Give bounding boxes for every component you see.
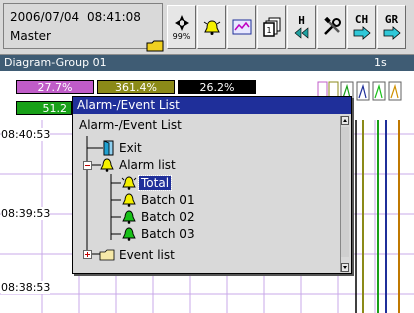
tree-item-exit[interactable]: Exit [99,139,144,156]
tree-item-batch-01[interactable]: Batch 01 [121,191,197,208]
tree-item-batch-02-label: Batch 02 [141,209,195,224]
group-bar: Diagram-Group 01 1s [0,55,414,71]
time-label-3: 08:38:53 [1,281,51,294]
channel-value-2: 361.4% [97,80,175,94]
alarm-event-dialog: Alarm-/Event List Alarm-/Event List Exit… [72,96,352,274]
tree-item-event-list[interactable]: Event list [99,246,177,263]
group-title: Diagram-Group 01 [4,56,107,69]
channel-label: CH [354,13,369,26]
tree-item-exit-label: Exit [119,140,142,155]
status-date: 2006/07/04 [10,10,80,24]
tree-item-batch-03-label: Batch 03 [141,226,195,241]
status-user: Master [10,29,51,43]
history-button[interactable]: H [287,5,316,49]
alarm-list-collapse[interactable] [83,161,92,170]
group-next-icon [383,26,401,40]
alarm-bell-icon [121,176,137,190]
svg-text:1: 1 [266,26,271,35]
display-select-icon: 1 [262,17,280,37]
tree-item-total-label: Total [137,174,173,191]
alarm-button[interactable] [197,5,226,49]
display-select-button[interactable]: 1 [257,5,286,49]
channel-next-button[interactable]: CH [347,5,376,49]
channel-value-3: 26.2% [178,80,256,94]
recorder-screen: 2006/07/04 08:41:08 Master 99% 1 H CH GR… [0,0,414,313]
group-next-button[interactable]: GR [377,5,406,49]
alarm-event-tree: Alarm-/Event List Exit Alarm list Total … [75,116,339,272]
dialog-title: Alarm-/Event List [73,97,351,114]
tools-icon [323,17,341,35]
channel-value-4: 51.2 [16,101,72,115]
tree-item-alarm-list[interactable]: Alarm list [99,156,178,173]
folder-icon [99,249,115,260]
chart-icon [232,19,251,35]
time-label-1: 08:40:53 [1,128,51,141]
scroll-down-arrow-icon[interactable] [341,263,349,272]
alarm-bell-icon [100,158,114,172]
tree-item-total[interactable]: Total [121,174,173,191]
scroll-up-arrow-icon[interactable] [341,116,349,125]
alarm-bell-green-icon [122,210,136,224]
event-list-expand[interactable] [83,250,92,259]
folder-icon [146,40,164,52]
tree-item-batch-03[interactable]: Batch 03 [121,225,197,242]
memory-button[interactable]: 99% [167,5,196,49]
top-toolbar: 2006/07/04 08:41:08 Master 99% 1 H CH GR [0,0,414,55]
alarm-bell-green-icon [122,193,136,207]
history-label: H [298,14,305,27]
tree-item-batch-02[interactable]: Batch 02 [121,208,197,225]
compass-icon [174,14,189,31]
time-label-2: 08:39:53 [1,207,51,220]
tools-button[interactable] [317,5,346,49]
status-time: 08:41:08 [87,10,141,24]
tree-item-event-list-label: Event list [119,247,175,262]
tree-item-alarm-list-label: Alarm list [119,157,176,172]
chart-button[interactable] [227,5,256,49]
status-panel: 2006/07/04 08:41:08 Master [3,3,164,52]
tree-item-batch-01-label: Batch 01 [141,192,195,207]
alarm-bell-icon [203,20,220,35]
tree-scrollbar[interactable] [340,116,349,272]
history-icon [294,27,308,39]
channel-value-1: 27.7% [16,80,94,94]
scrollbar-thumb[interactable] [341,127,349,257]
group-label: GR [384,13,399,26]
channel-next-icon [353,26,371,40]
sample-interval: 1s [374,56,387,69]
alarm-bell-green-icon [122,227,136,241]
exit-door-icon [99,139,114,155]
memory-percent: 99% [172,31,191,41]
